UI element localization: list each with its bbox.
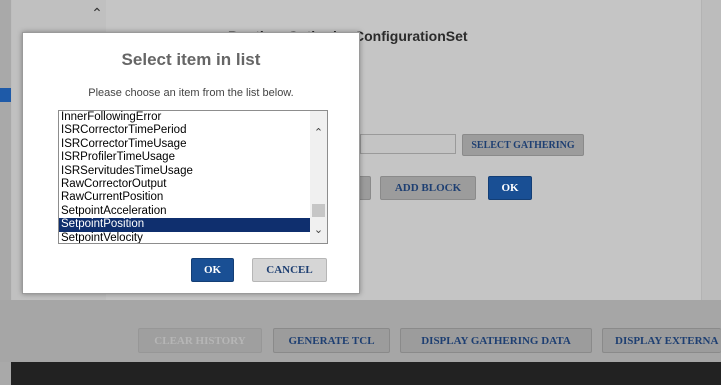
list-item[interactable]: InnerFollowingError <box>59 111 310 124</box>
dialog-ok-button[interactable]: OK <box>191 258 234 282</box>
chevron-down-icon[interactable]: ⌄ <box>310 222 327 238</box>
list-scrollbar[interactable]: ⌃ ⌄ <box>310 111 327 243</box>
item-listbox[interactable]: InnerFollowingError ISRCorrectorTimePeri… <box>58 110 328 244</box>
list-item[interactable]: RawCurrentPosition <box>59 191 310 204</box>
generate-tcl-button[interactable]: GENERATE TCL <box>273 328 390 353</box>
dialog-description: Please choose an item from the list belo… <box>88 87 294 99</box>
ok-button[interactable]: OK <box>488 176 532 200</box>
list-item[interactable]: SetpointVelocity <box>59 232 310 243</box>
item-list: InnerFollowingError ISRCorrectorTimePeri… <box>59 111 310 243</box>
right-panel <box>702 0 721 300</box>
chevron-up-icon[interactable]: ⌃ <box>310 125 327 141</box>
list-item[interactable]: ISRServitudesTimeUsage <box>59 165 310 178</box>
list-item[interactable]: ISRCorrectorTimePeriod <box>59 124 310 137</box>
dialog-title: Select item in list <box>121 50 261 69</box>
select-gathering-button[interactable]: SELECT GATHERING <box>462 134 584 156</box>
display-gathering-data-button[interactable]: DISPLAY GATHERING DATA <box>400 328 592 353</box>
gathering-input[interactable] <box>360 134 456 154</box>
active-marker <box>0 88 11 102</box>
list-item-selected[interactable]: SetpointPosition <box>59 218 310 232</box>
list-item[interactable]: ISRCorrectorTimeUsage <box>59 138 310 151</box>
dialog-cancel-button[interactable]: CANCEL <box>252 258 327 282</box>
clear-history-button[interactable]: CLEAR HISTORY <box>138 328 262 353</box>
footer-bar <box>11 362 721 385</box>
list-item[interactable]: SetpointAcceleration <box>59 205 310 218</box>
scrollbar-thumb[interactable] <box>312 204 325 217</box>
display-external-button[interactable]: DISPLAY EXTERNA <box>602 328 721 353</box>
list-item[interactable]: RawCorrectorOutput <box>59 178 310 191</box>
list-item[interactable]: ISRProfilerTimeUsage <box>59 151 310 164</box>
add-block-button[interactable]: ADD BLOCK <box>380 176 476 200</box>
chevron-up-icon[interactable]: ⌃ <box>88 6 106 20</box>
select-item-dialog: Select item in list Please choose an ite… <box>22 32 360 294</box>
